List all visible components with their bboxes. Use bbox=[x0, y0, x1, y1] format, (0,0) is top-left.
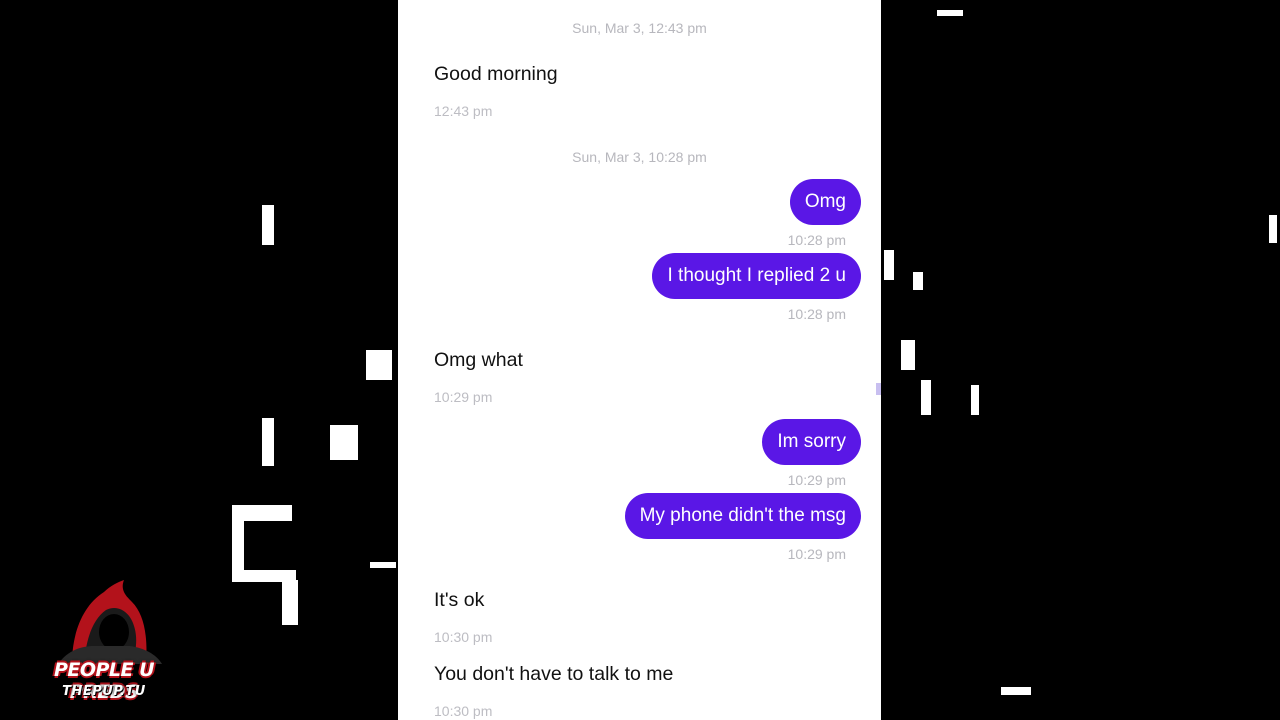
background-artifact bbox=[1269, 215, 1277, 243]
outgoing-message-bubble[interactable]: Omg bbox=[789, 179, 861, 225]
background-artifact bbox=[330, 425, 358, 460]
background-artifact bbox=[937, 10, 963, 16]
background-artifact bbox=[1001, 687, 1031, 695]
background-artifact bbox=[971, 385, 979, 415]
watermark-subtitle: THEPUP.TU bbox=[62, 684, 146, 699]
background-artifact bbox=[370, 562, 396, 568]
background-artifact bbox=[232, 520, 244, 582]
incoming-message[interactable]: Good morning bbox=[434, 63, 558, 86]
hooded-figure-icon bbox=[58, 580, 162, 664]
background-artifact bbox=[366, 350, 392, 380]
date-divider: Sun, Mar 3, 10:28 pm bbox=[572, 149, 707, 165]
message-timestamp: 10:30 pm bbox=[434, 703, 493, 719]
background-artifact bbox=[921, 380, 931, 415]
incoming-message[interactable]: It's ok bbox=[434, 589, 484, 612]
message-thread[interactable]: Sun, Mar 3, 12:43 pm Good morning 12:43 … bbox=[398, 0, 881, 720]
right-background-panel bbox=[881, 0, 1280, 720]
date-divider: Sun, Mar 3, 12:43 pm bbox=[572, 20, 707, 36]
incoming-message[interactable]: You don't have to talk to me bbox=[434, 663, 673, 686]
channel-watermark-logo: PEOPLE U PREDS THEPUP.TU bbox=[20, 576, 190, 708]
outgoing-message-bubble[interactable]: Im sorry bbox=[762, 419, 861, 465]
message-timestamp: 10:29 pm bbox=[787, 472, 846, 488]
message-timestamp: 12:43 pm bbox=[434, 103, 493, 119]
background-artifact bbox=[884, 250, 894, 280]
incoming-message[interactable]: Omg what bbox=[434, 349, 523, 372]
background-artifact bbox=[232, 505, 292, 521]
scrollbar-thumb[interactable] bbox=[876, 383, 881, 395]
outgoing-message-bubble[interactable]: My phone didn't the msg bbox=[624, 493, 861, 539]
message-timestamp: 10:28 pm bbox=[787, 232, 846, 248]
background-artifact bbox=[262, 205, 274, 245]
background-artifact bbox=[901, 340, 915, 370]
message-timestamp: 10:29 pm bbox=[787, 546, 846, 562]
background-artifact bbox=[913, 272, 923, 290]
message-timestamp: 10:28 pm bbox=[787, 306, 846, 322]
background-artifact bbox=[282, 580, 298, 625]
message-timestamp: 10:29 pm bbox=[434, 389, 493, 405]
message-timestamp: 10:30 pm bbox=[434, 629, 493, 645]
background-artifact bbox=[262, 418, 274, 466]
outgoing-message-bubble[interactable]: I thought I replied 2 u bbox=[652, 253, 861, 299]
